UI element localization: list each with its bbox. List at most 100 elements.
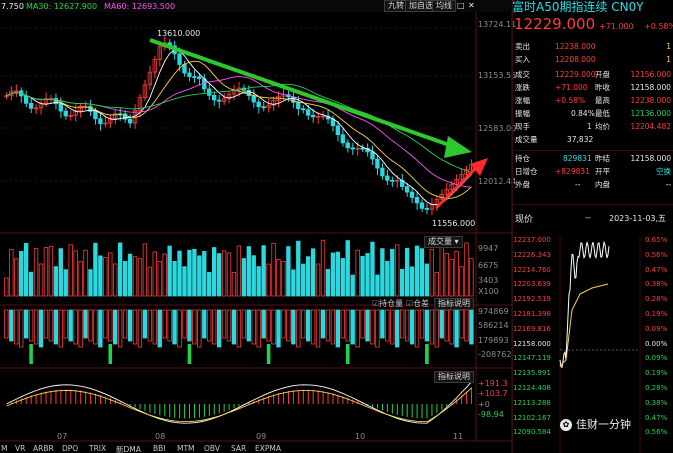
candle-body — [28, 102, 34, 109]
stat-row-0: 成交 12229.000 开盘 12156.000 — [515, 69, 673, 81]
volume-bar — [93, 242, 98, 297]
intraday-left-axis-label: 12090.584 — [513, 428, 551, 437]
volume-bar — [152, 251, 157, 297]
volume-bar — [454, 251, 459, 297]
tab-m[interactable]: M — [1, 444, 7, 453]
intraday-right-axis-label: 0.47% — [645, 413, 668, 422]
tab-vr[interactable]: VR — [15, 444, 25, 453]
oi-explain-button[interactable]: 指标说明 — [434, 298, 474, 310]
volume-bar — [132, 256, 138, 297]
tab-expma[interactable]: EXPMA — [255, 444, 281, 453]
toggle-oi-change[interactable]: ☑仓差 — [406, 298, 429, 309]
oi-bar — [276, 309, 281, 348]
oi-value: 829831 — [563, 154, 592, 163]
volume-bar — [241, 258, 247, 297]
x-label-09: 09 — [256, 432, 267, 441]
oi-bar — [58, 309, 63, 348]
oi-bar — [98, 309, 103, 348]
oi-label: 外盘 — [515, 180, 530, 189]
volume-bar — [127, 253, 133, 297]
volume-bar — [28, 271, 34, 297]
candle-body — [390, 179, 395, 182]
oi-bar — [14, 309, 19, 345]
volume-bar — [251, 255, 256, 297]
oi-bar — [127, 309, 133, 342]
oi-bar — [325, 309, 331, 342]
oi-bar — [459, 309, 464, 339]
volume-bar — [63, 269, 68, 297]
stat-value: 12136.000 — [630, 109, 671, 118]
oi-bar — [147, 309, 153, 342]
tab-obv[interactable]: OBV — [204, 444, 220, 453]
volume-bar — [98, 255, 103, 297]
oi-bar — [385, 309, 390, 342]
turnover-label: 成交量 — [515, 135, 538, 144]
intraday-left-axis-label: 12237.000 — [513, 236, 551, 244]
volume-bar — [291, 269, 296, 297]
volume-bar — [117, 242, 123, 297]
volume-axis-label-3: 3403 — [478, 276, 499, 285]
candle-body — [305, 109, 311, 116]
oi-bar — [454, 309, 459, 348]
oi-bar — [162, 309, 167, 339]
intraday-right-axis-label: 0.28% — [645, 295, 668, 304]
oi-label: 开平 — [595, 167, 610, 176]
macd-dif-line — [6, 381, 472, 424]
oi-bar — [113, 309, 118, 345]
toggle-open-interest[interactable]: ☑持仓量 — [372, 298, 403, 309]
volume-bar — [177, 250, 182, 297]
bid-price: 12208.000 — [555, 55, 596, 64]
oi-bar — [43, 309, 49, 339]
tab-dpo[interactable]: DPO — [62, 444, 78, 453]
oi-change-bar — [425, 344, 429, 364]
candle-body — [63, 110, 68, 117]
volume-axis-label-2: 6675 — [478, 261, 499, 270]
ma-line-button[interactable]: 均线 — [432, 0, 456, 12]
oi-bar — [207, 309, 212, 342]
intraday-right-axis-label: 0.09% — [645, 324, 668, 333]
oi-bar — [350, 309, 355, 345]
oi-change-bar — [29, 344, 33, 364]
oi-bar — [4, 309, 9, 339]
candle-body — [127, 118, 133, 124]
stat-label: 涨跌 — [515, 83, 530, 92]
oi-bar — [429, 309, 435, 345]
volume-bar — [108, 252, 113, 297]
oi-bar — [53, 309, 59, 345]
oi-bar — [305, 309, 311, 342]
oi-bar — [216, 309, 222, 348]
trend-arrowhead-green — [444, 136, 472, 158]
oi-bar — [434, 309, 439, 348]
indicator-selector-label: 成交量 — [428, 237, 452, 246]
volume-bar — [390, 248, 395, 297]
volume-bar — [162, 253, 167, 297]
stat-value: 12238.000 — [630, 96, 671, 105]
tab-bbi[interactable]: BBI — [153, 444, 166, 453]
volume-bar — [459, 266, 464, 297]
tab-trix[interactable]: TRIX — [89, 444, 106, 453]
indicator-selector[interactable]: 成交量 ▾ — [424, 236, 463, 248]
oi-value: 空换 — [656, 167, 671, 176]
volume-bar — [211, 247, 217, 297]
oi-bar — [241, 309, 247, 339]
window-icon[interactable]: □ — [457, 1, 465, 10]
oi-bar — [251, 309, 256, 345]
oi-bar — [390, 309, 395, 345]
volume-bar — [315, 263, 321, 297]
macd-explain-button[interactable]: 指标说明 — [434, 371, 474, 383]
oi-axis-label-4: -208762 — [478, 350, 512, 359]
candle-body — [345, 142, 350, 149]
candle-body — [197, 76, 202, 80]
intraday-right-axis-label: 0.47% — [645, 265, 668, 274]
close-icon[interactable]: ✕ — [468, 1, 475, 10]
tab-mtm[interactable]: MTM — [177, 444, 195, 453]
tab-new-dma[interactable]: 新DMA — [116, 444, 141, 453]
volume-bar — [221, 250, 227, 297]
tab-arbr[interactable]: ARBR — [33, 444, 54, 453]
intraday-left-axis-label: 12113.288 — [513, 398, 551, 407]
volume-bar — [53, 266, 59, 297]
oi-row-1: 日增仓 +829831 开平 空换 — [515, 166, 673, 178]
tab-sar[interactable]: SAR — [231, 444, 246, 453]
volume-bar — [444, 252, 449, 297]
volume-bar — [23, 242, 29, 297]
